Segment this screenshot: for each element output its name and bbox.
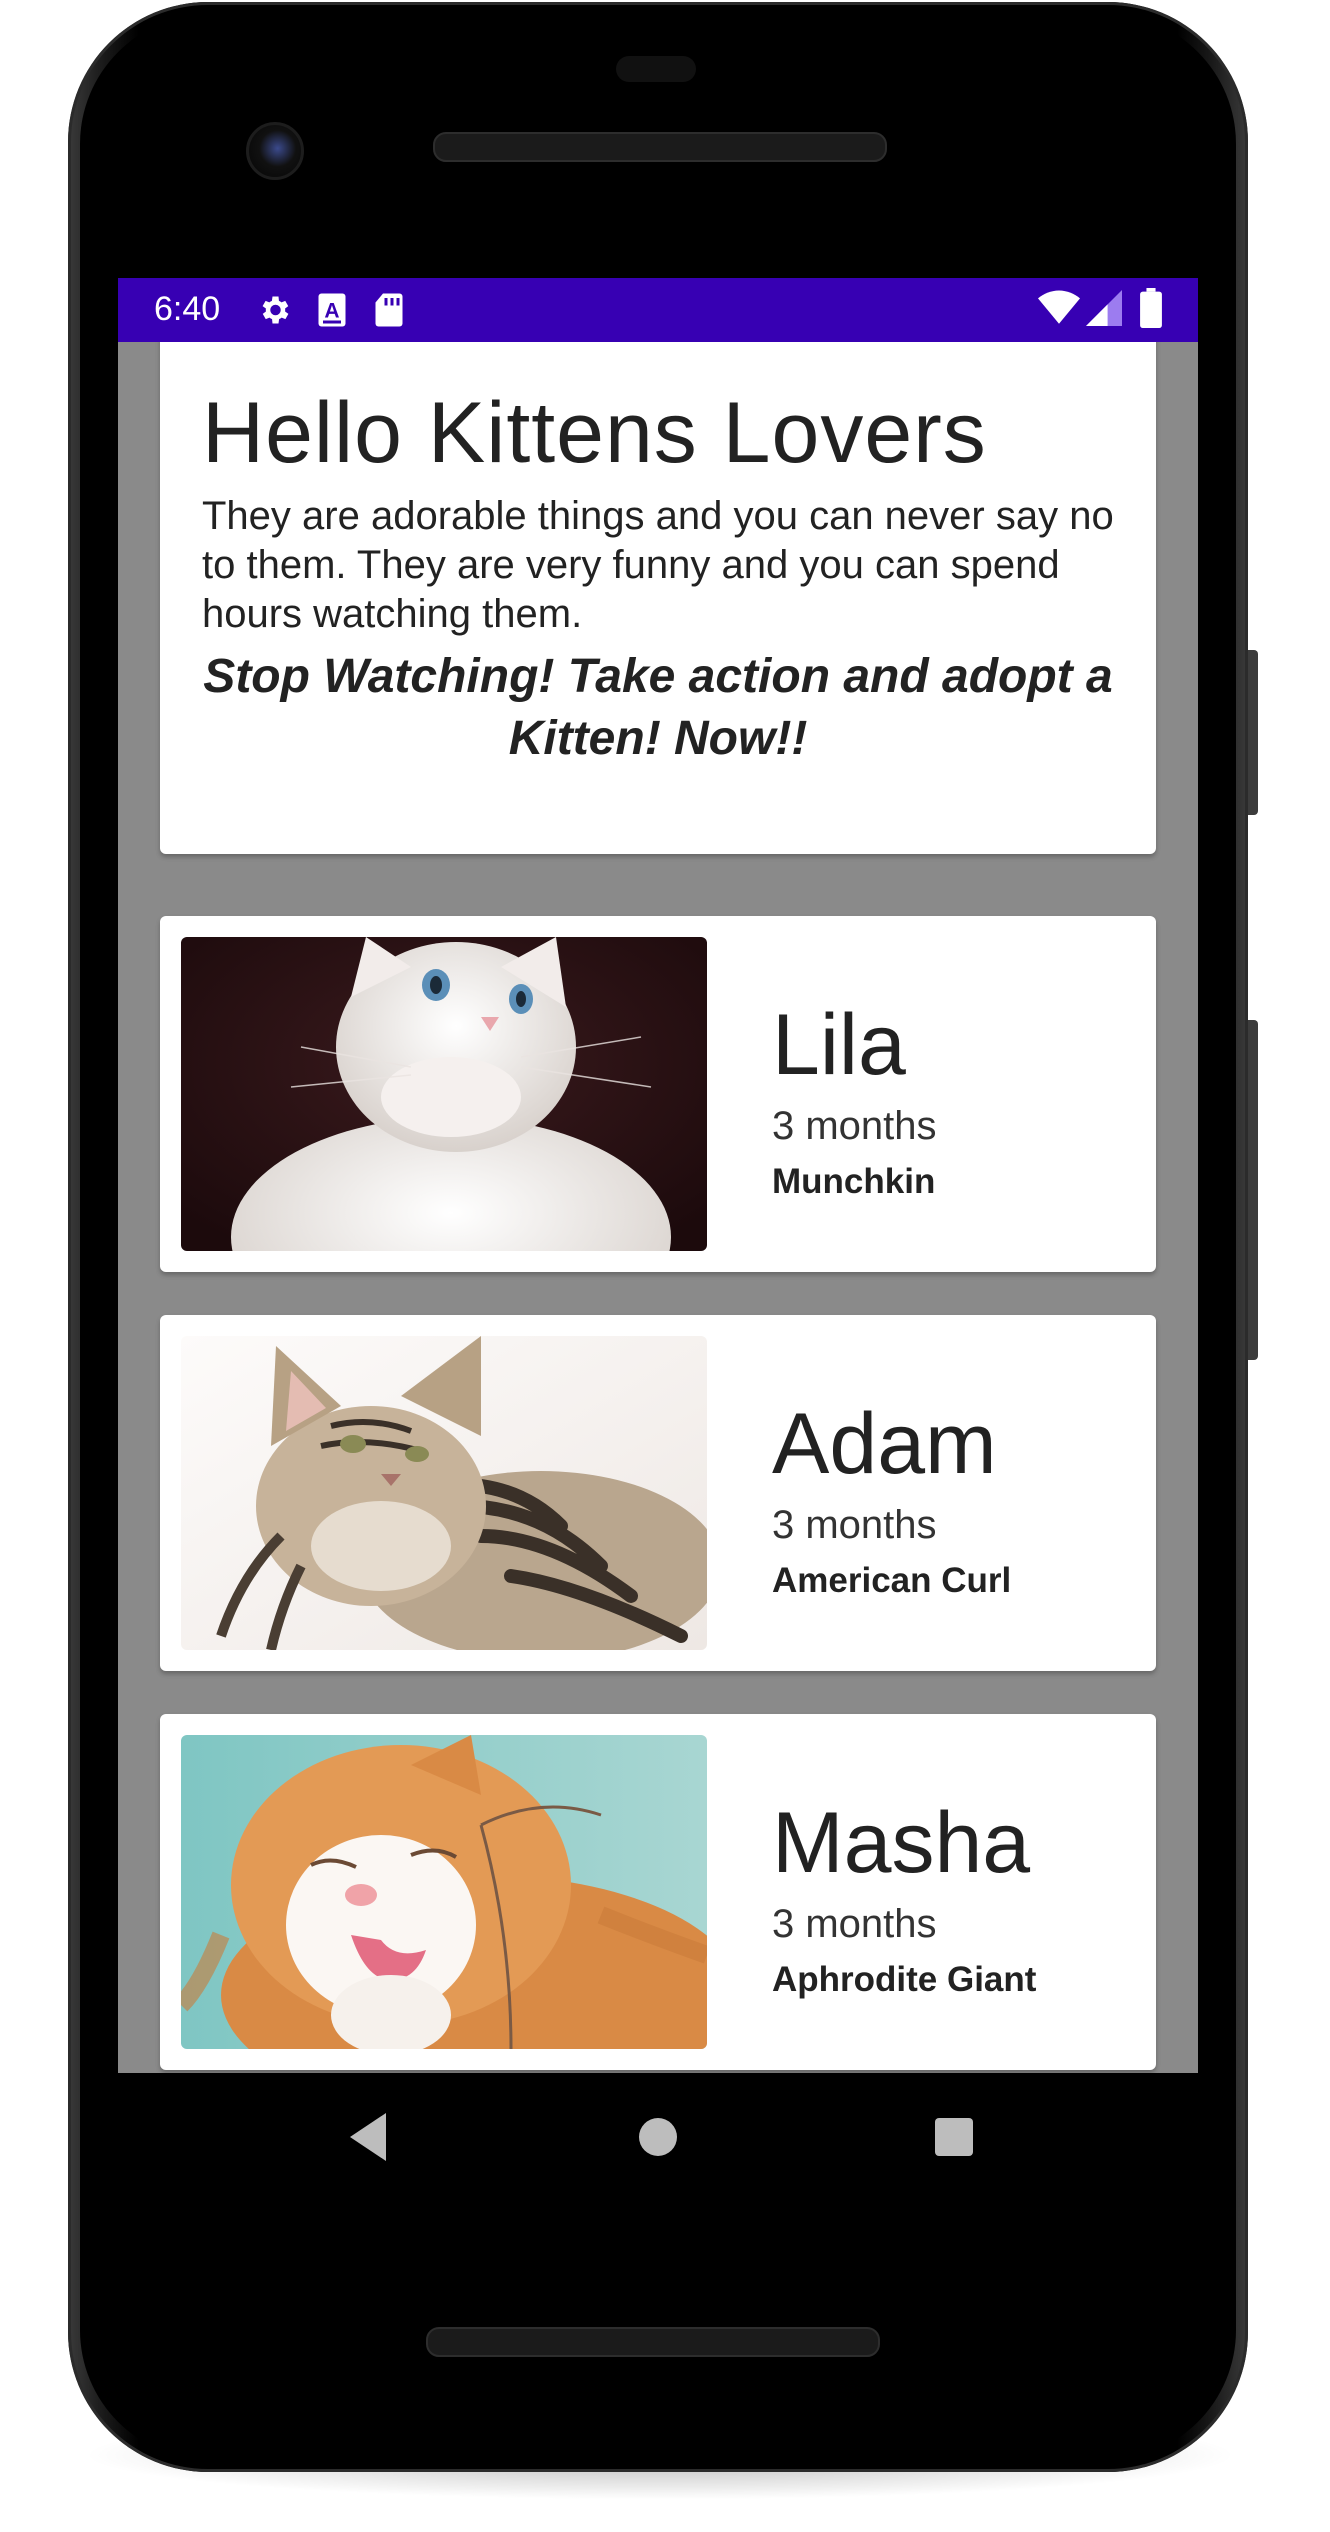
kitten-age: 3 months: [772, 1503, 937, 1547]
kitten-card[interactable]: Lila 3 months Munchkin: [160, 916, 1156, 1272]
page-title: Hello Kittens Lovers: [202, 385, 987, 481]
kitten-age: 3 months: [772, 1902, 937, 1946]
tabby-kitten-photo: [181, 1336, 707, 1650]
kitten-breed: American Curl: [772, 1561, 1012, 1600]
kitten-breed: Aphrodite Giant: [772, 1960, 1037, 1999]
font-a-icon: A: [316, 292, 348, 332]
kitten-age: 3 months: [772, 1104, 937, 1148]
kitten-list[interactable]: Hello Kittens Lovers They are adorable t…: [118, 342, 1198, 2073]
kitten-card[interactable]: Adam 3 months American Curl: [160, 1315, 1156, 1671]
back-icon[interactable]: [334, 2101, 406, 2177]
navigation-bar: [118, 2073, 1198, 2203]
wifi-icon: [1038, 290, 1080, 330]
battery-icon: [1140, 288, 1162, 332]
svg-text:A: A: [324, 300, 339, 323]
home-icon[interactable]: [622, 2101, 694, 2177]
sd-card-icon: [374, 292, 404, 332]
kitten-card[interactable]: Masha 3 months Aphrodite Giant: [160, 1714, 1156, 2070]
app-screen: 6:40 A Hello Kittens Lovers They are ado…: [118, 278, 1198, 2073]
proximity-sensor: [616, 56, 696, 82]
status-time: 6:40: [154, 290, 221, 328]
white-kitten-photo: [181, 937, 707, 1251]
status-bar: 6:40 A: [118, 278, 1198, 342]
kitten-name: Masha: [772, 1795, 1031, 1891]
device-stage: 6:40 A Hello Kittens Lovers They are ado…: [0, 0, 1330, 2532]
earpiece-speaker: [433, 132, 887, 162]
kitten-name: Adam: [772, 1396, 997, 1492]
kitten-name: Lila: [772, 997, 906, 1093]
kitten-breed: Munchkin: [772, 1162, 936, 1201]
cell-signal-icon: [1086, 290, 1122, 330]
front-camera: [246, 122, 304, 180]
call-to-action: Stop Watching! Take action and adopt a K…: [203, 650, 1113, 765]
intro-card: Hello Kittens Lovers They are adorable t…: [160, 342, 1156, 854]
settings-icon: [256, 292, 292, 332]
bottom-speaker: [426, 2327, 880, 2357]
recents-icon[interactable]: [918, 2101, 990, 2177]
intro-text: They are adorable things and you can nev…: [202, 494, 1114, 636]
orange-kitten-photo: [181, 1735, 707, 2049]
